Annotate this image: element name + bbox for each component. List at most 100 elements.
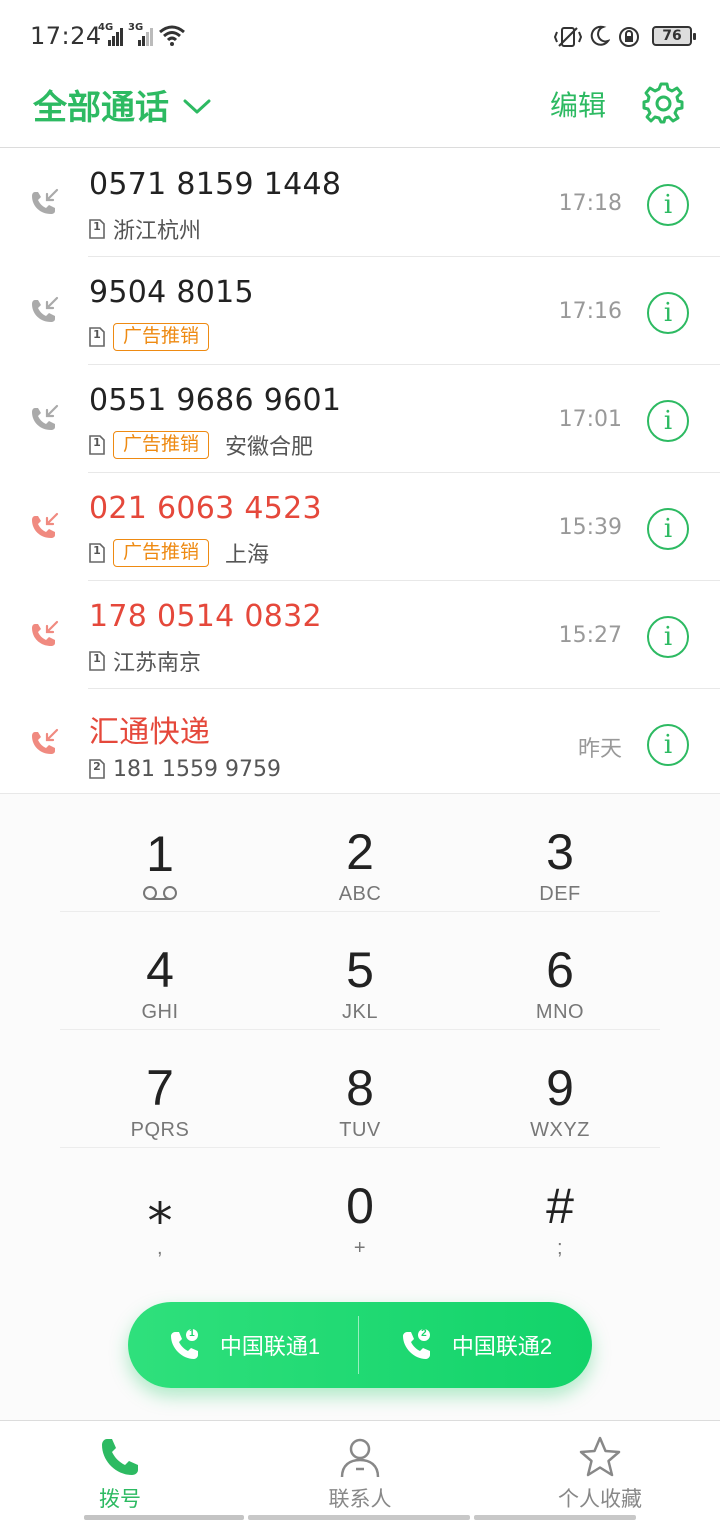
- call-info-button[interactable]: i: [647, 292, 689, 334]
- call-info-button[interactable]: i: [647, 508, 689, 550]
- key-letters: ,: [156, 1236, 164, 1259]
- incoming-call-icon: [32, 188, 59, 214]
- sim2-badge: 2: [421, 1328, 427, 1339]
- key-digit: 6: [546, 941, 574, 998]
- dialpad-key-8[interactable]: 9 WXYZ: [460, 1030, 660, 1148]
- settings-button[interactable]: [640, 80, 688, 128]
- status-time: 17:24: [30, 22, 102, 50]
- rotation-lock-icon: [619, 27, 639, 47]
- sim-number: 1: [93, 652, 101, 665]
- dialpad-row: 7 PQRS 8 TUV 9 WXYZ: [60, 1030, 660, 1148]
- key-letters: PQRS: [130, 1118, 190, 1141]
- call-log-row[interactable]: 178 0514 0832 1 江苏南京 15:27 i: [0, 581, 720, 689]
- call-log-row[interactable]: 9504 8015 1 广告推销 17:16 i: [0, 257, 720, 365]
- key-digit: 2: [346, 823, 374, 880]
- dialpad-row: 1 2 ABC 3 DEF: [60, 794, 660, 912]
- person-icon: [340, 1438, 380, 1478]
- nav-favorites-label: 个人收藏: [558, 1487, 642, 1511]
- nav-indicator-3: [474, 1515, 636, 1520]
- key-digit: ⁎: [147, 1177, 173, 1234]
- dialpad-key-5[interactable]: 6 MNO: [460, 912, 660, 1030]
- dialpad-key-3[interactable]: 4 GHI: [60, 912, 260, 1030]
- call-subline: 1 江苏南京: [89, 647, 217, 676]
- nav-contacts-label: 联系人: [328, 1487, 392, 1511]
- nav-indicator-2: [248, 1515, 470, 1520]
- call-subline: 1 浙江杭州: [89, 215, 217, 244]
- pill-divider: [358, 1316, 359, 1374]
- dual-sim-call-buttons: 1 中国联通1 2 中国联通2: [128, 1302, 592, 1388]
- call-time: 15:27: [558, 623, 622, 648]
- nav-favorites[interactable]: 个人收藏: [480, 1421, 720, 1520]
- dialpad-key-10[interactable]: 0 +: [260, 1148, 460, 1266]
- dialpad-key-1[interactable]: 2 ABC: [260, 794, 460, 912]
- call-log-row[interactable]: 0571 8159 1448 1 浙江杭州 17:18 i: [0, 149, 720, 257]
- key-digit: 1: [146, 825, 174, 882]
- key-digit: 0: [346, 1177, 374, 1234]
- call-log-row[interactable]: 汇通快递 2 181 1559 9759 昨天 i: [0, 689, 720, 797]
- missed-call-icon: [32, 512, 59, 538]
- nav-dial[interactable]: 拨号: [0, 1421, 240, 1520]
- edit-button[interactable]: 编辑: [550, 84, 606, 124]
- key-digit: 8: [346, 1059, 374, 1116]
- call-sim2-button[interactable]: 2 中国联通2: [360, 1302, 592, 1388]
- do-not-disturb-moon-icon: [590, 25, 610, 46]
- key-letters: ;: [556, 1236, 564, 1259]
- call-info-button[interactable]: i: [647, 616, 689, 658]
- call-log-row[interactable]: 0551 9686 9601 1 广告推销 安徽合肥 17:01 i: [0, 365, 720, 473]
- call-info-button[interactable]: i: [647, 724, 689, 766]
- call-time: 17:18: [558, 191, 622, 216]
- sim-number: 1: [93, 220, 101, 233]
- key-digit: 9: [546, 1059, 574, 1116]
- call-subline: 2 181 1559 9759: [89, 755, 297, 783]
- sim1-badge: 1: [189, 1328, 195, 1339]
- key-letters: DEF: [539, 882, 581, 905]
- call-location: 上海: [225, 543, 270, 568]
- wifi-icon: [159, 25, 185, 46]
- dialpad-key-0[interactable]: 1: [60, 794, 260, 912]
- call-time: 17:16: [558, 299, 622, 324]
- call-name: 021 6063 4523: [89, 491, 322, 526]
- call-info-button[interactable]: i: [647, 400, 689, 442]
- key-letters: MNO: [535, 1000, 585, 1023]
- info-icon: i: [663, 730, 673, 760]
- sim-number: 2: [93, 760, 101, 773]
- key-digit: #: [546, 1177, 574, 1234]
- bottom-nav: 拨号 联系人 个人收藏: [0, 1420, 720, 1520]
- nav-dial-label: 拨号: [99, 1487, 141, 1511]
- key-letters: JKL: [342, 1000, 378, 1023]
- info-icon: i: [663, 190, 673, 220]
- call-info-button[interactable]: i: [647, 184, 689, 226]
- call-log-row[interactable]: 021 6063 4523 1 广告推销 上海 15:39 i: [0, 473, 720, 581]
- call-location: 浙江杭州: [113, 219, 202, 244]
- call-location: 江苏南京: [113, 651, 202, 676]
- missed-call-icon: [32, 728, 59, 754]
- dialpad-key-11[interactable]: #;: [460, 1148, 660, 1266]
- incoming-call-icon: [32, 296, 59, 322]
- ad-tag: 广告推销: [113, 539, 210, 567]
- dialpad-key-9[interactable]: ⁎,: [60, 1148, 260, 1266]
- voicemail-icon: [143, 885, 177, 900]
- call-sim1-button[interactable]: 1 中国联通1: [128, 1302, 360, 1388]
- phone-sim1-icon: 1: [168, 1328, 202, 1362]
- info-icon: i: [663, 298, 673, 328]
- vibrate-icon: [553, 27, 583, 47]
- dialpad-key-6[interactable]: 7 PQRS: [60, 1030, 260, 1148]
- nav-contacts[interactable]: 联系人: [240, 1421, 480, 1520]
- info-icon: i: [663, 514, 673, 544]
- info-icon: i: [663, 622, 673, 652]
- sim-number: 1: [93, 436, 101, 449]
- call-time: 昨天: [577, 737, 622, 762]
- incoming-call-icon: [32, 404, 59, 430]
- call-sim1-label: 中国联通1: [219, 1334, 321, 1359]
- dialpad-key-4[interactable]: 5 JKL: [260, 912, 460, 1030]
- key-letters: TUV: [339, 1118, 381, 1141]
- phone-sim2-icon: 2: [400, 1328, 434, 1362]
- call-name: 汇通快递: [89, 715, 211, 750]
- key-digit: 5: [346, 941, 374, 998]
- call-filter-dropdown[interactable]: 全部通话: [33, 80, 211, 129]
- dialpad-key-2[interactable]: 3 DEF: [460, 794, 660, 912]
- call-name: 0571 8159 1448: [89, 167, 342, 202]
- call-subline: 1 广告推销: [89, 323, 225, 351]
- ad-tag: 广告推销: [113, 323, 210, 351]
- dialpad-key-7[interactable]: 8 TUV: [260, 1030, 460, 1148]
